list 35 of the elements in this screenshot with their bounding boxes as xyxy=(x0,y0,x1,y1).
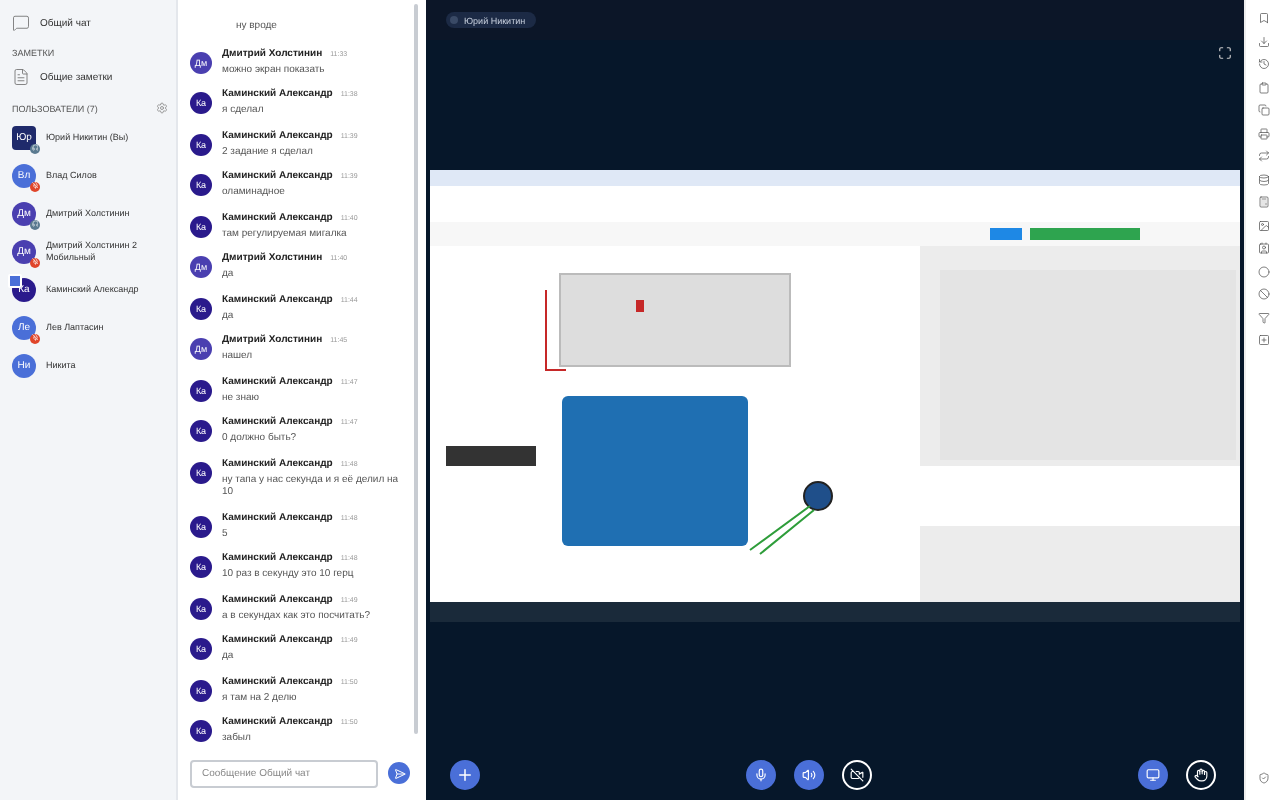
microphone-button[interactable] xyxy=(746,760,776,790)
circle-icon[interactable] xyxy=(1257,265,1269,277)
contact-icon[interactable] xyxy=(1257,242,1269,254)
download-icon[interactable] xyxy=(1257,35,1269,47)
ban-icon[interactable] xyxy=(1257,288,1269,300)
scrollbar[interactable] xyxy=(414,4,418,734)
clipboard-icon[interactable] xyxy=(1257,81,1269,93)
repeat-icon[interactable] xyxy=(1257,150,1269,162)
chat-icon xyxy=(12,14,30,32)
monitor-icon xyxy=(1146,768,1160,782)
camera-off-icon xyxy=(850,768,864,782)
bookmark-icon[interactable] xyxy=(1257,12,1269,24)
square-plus-icon[interactable] xyxy=(1257,334,1269,346)
database-icon[interactable] xyxy=(1257,173,1269,185)
send-button[interactable] xyxy=(388,762,410,784)
plus-icon xyxy=(456,766,474,784)
document-icon xyxy=(12,68,30,86)
calculator-icon[interactable] xyxy=(1257,196,1269,208)
screen-share-button[interactable] xyxy=(1138,760,1168,790)
copy-icon[interactable] xyxy=(1257,104,1269,116)
fullscreen-icon[interactable] xyxy=(1218,46,1232,60)
image-icon[interactable] xyxy=(1257,219,1269,231)
add-button[interactable] xyxy=(450,760,480,790)
raise-hand-button[interactable] xyxy=(1186,760,1216,790)
camera-off-button[interactable] xyxy=(842,760,872,790)
settings-icon[interactable] xyxy=(156,102,168,114)
microphone-icon xyxy=(754,768,768,782)
filter-icon[interactable] xyxy=(1257,311,1269,323)
audio-button[interactable] xyxy=(794,760,824,790)
history-icon[interactable] xyxy=(1257,58,1269,70)
send-icon xyxy=(393,767,405,779)
shield-icon[interactable] xyxy=(1257,771,1269,783)
hand-icon xyxy=(1194,768,1208,782)
speaker-icon xyxy=(802,768,816,782)
printer-icon[interactable] xyxy=(1257,127,1269,139)
